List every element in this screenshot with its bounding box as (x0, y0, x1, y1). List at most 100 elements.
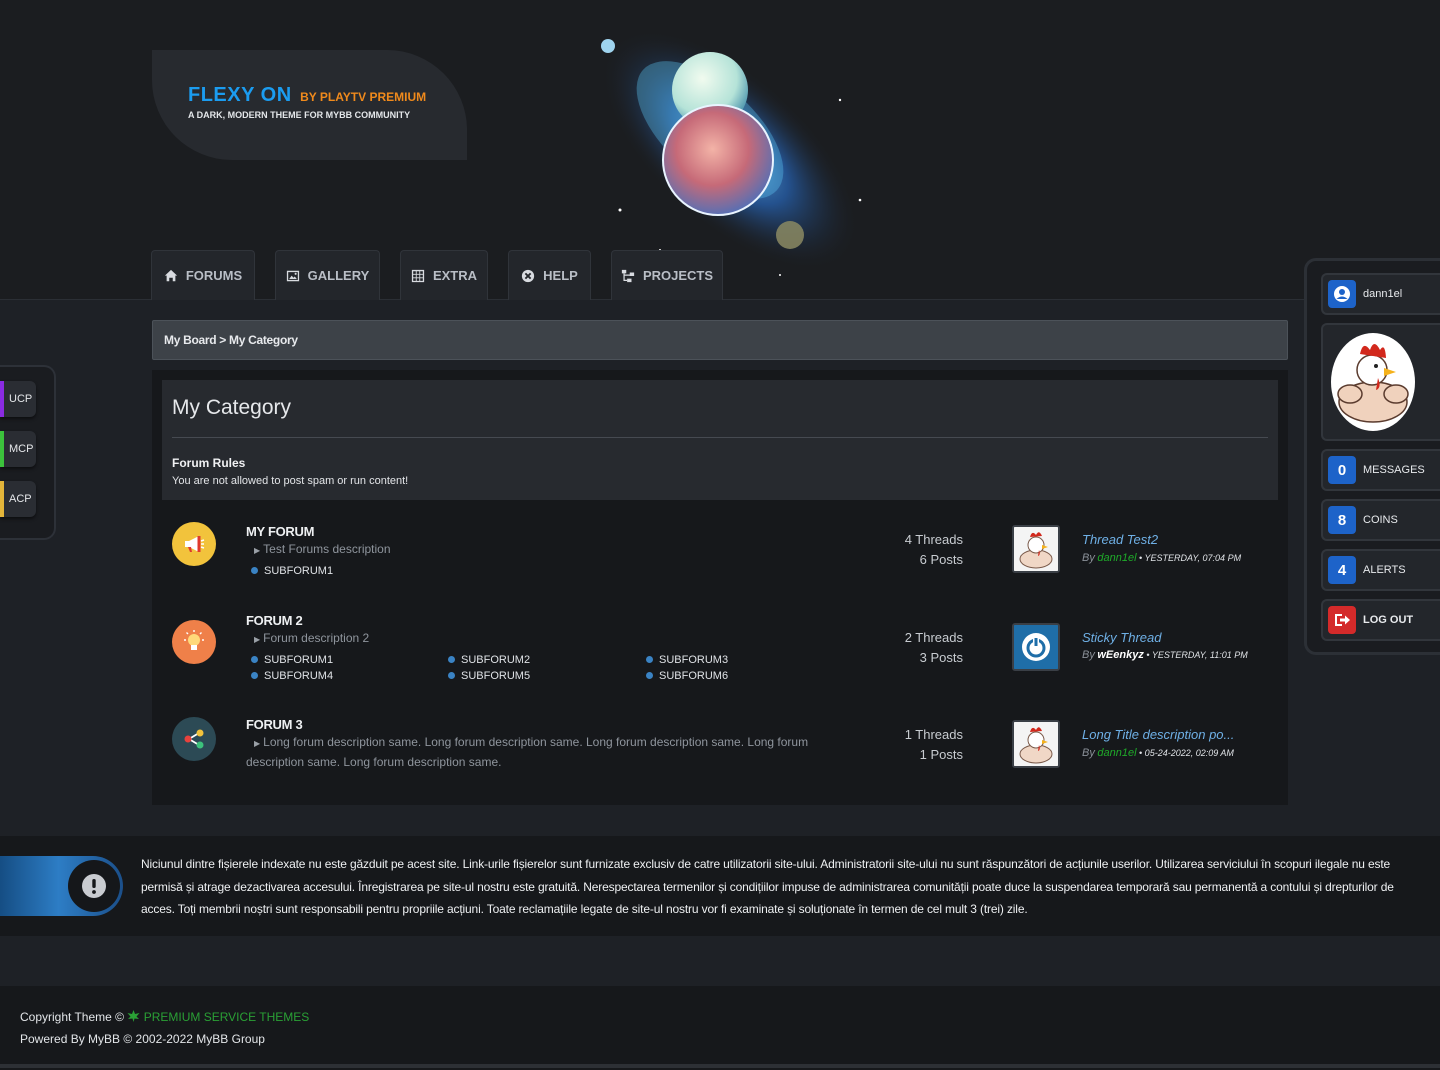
sitemap-icon (621, 269, 635, 282)
last-poster-avatar[interactable] (1012, 720, 1060, 768)
logout-icon (1328, 606, 1356, 634)
exclamation-icon (82, 874, 106, 898)
last-post-title-link[interactable]: Thread Test2 (1082, 532, 1158, 547)
alerts-count: 4 (1328, 556, 1356, 584)
last-post-user-link[interactable]: wEenkyz (1097, 649, 1143, 661)
premium-service-themes-link[interactable]: PREMIUM SERVICE THEMES (144, 1010, 310, 1024)
site-logo[interactable]: FLEXY ON BY PLAYTV PREMIUM A DARK, MODER… (152, 50, 467, 160)
tab-label: FORUMS (185, 268, 243, 283)
breadcrumb: My Board > My Category (152, 320, 1288, 360)
last-post-title-link[interactable]: Sticky Thread (1082, 630, 1161, 645)
subforum-link[interactable]: SUBFORUM5 (448, 670, 530, 682)
last-poster-avatar[interactable] (1012, 623, 1060, 671)
tab-label: HELP (543, 268, 578, 283)
coins-label: COINS (1363, 514, 1398, 526)
alerts-link[interactable]: 4 ALERTS (1321, 549, 1440, 591)
subforum-link[interactable]: SUBFORUM4 (251, 670, 333, 682)
forum-description: ▶ Forum description 2 (254, 631, 370, 645)
user-profile-link[interactable]: dann1el (1321, 273, 1440, 315)
breadcrumb-current-link[interactable]: My Category (229, 333, 298, 347)
subforum-link[interactable]: SUBFORUM1 (251, 654, 333, 666)
logout-label: LOG OUT (1363, 614, 1414, 626)
footer-copyright: Copyright Theme © PREMIUM SERVICE THEMES (20, 1010, 309, 1024)
user-panel: dann1el 0 MESSAGES 8 COINS 4 ALERTS LOG … (1304, 258, 1440, 655)
help-icon (522, 269, 535, 282)
coins-link[interactable]: 8 COINS (1321, 499, 1440, 541)
user-circle-icon (1328, 280, 1356, 308)
subforum-link[interactable]: SUBFORUM1 (251, 565, 333, 577)
last-post-meta: By dann1el • 05-24-2022, 02:09 AM (1082, 747, 1234, 759)
footer-bottom-bar (0, 1064, 1440, 1068)
forum-stats: 2 Threads 3 Posts (852, 628, 963, 668)
leaf-icon (127, 1010, 140, 1022)
tab-label: PROJECTS (642, 268, 714, 283)
tab-projects[interactable]: PROJECTS (611, 250, 723, 300)
tab-forums[interactable]: FORUMS (151, 250, 255, 300)
power-avatar-icon (1014, 625, 1058, 669)
messages-link[interactable]: 0 MESSAGES (1321, 449, 1440, 491)
forum-name-link[interactable]: FORUM 3 (246, 717, 303, 732)
breadcrumb-separator: > (219, 333, 226, 347)
messages-count: 0 (1328, 456, 1356, 484)
forum-row: MY FORUM ▶ Test Forums description SUBFOR… (152, 520, 1288, 600)
coins-count: 8 (1328, 506, 1356, 534)
last-post-meta: By dann1el • YESTERDAY, 07:04 PM (1082, 552, 1241, 564)
username: dann1el (1363, 288, 1403, 300)
last-poster-avatar[interactable] (1012, 525, 1060, 573)
forum-rules-text: You are not allowed to post spam or run … (172, 475, 409, 487)
footer: Copyright Theme © PREMIUM SERVICE THEMES… (0, 986, 1440, 1070)
thread-count: 1 Threads (904, 727, 963, 742)
tab-gallery[interactable]: GALLERY (275, 250, 380, 300)
mcp-label: MCP (9, 443, 34, 455)
forum-name-link[interactable]: FORUM 2 (246, 613, 303, 628)
warning-circle (68, 860, 120, 912)
logo-by-text: BY PLAYTV PREMIUM (300, 90, 427, 104)
last-post-user-link[interactable]: dann1el (1097, 747, 1136, 759)
subforum-link[interactable]: SUBFORUM3 (646, 654, 728, 666)
disclaimer-text: Niciunul dintre fișierele indexate nu es… (141, 857, 1394, 916)
logo-title: FLEXY ON BY PLAYTV PREMIUM (188, 84, 426, 107)
post-count: 3 Posts (919, 650, 963, 665)
mcp-color-bar (0, 431, 4, 467)
user-avatar-box[interactable] (1321, 323, 1440, 441)
last-post-by: By (1082, 649, 1095, 661)
logo-main-text: FLEXY ON (188, 84, 292, 106)
forum-stats: 4 Threads 6 Posts (852, 530, 963, 570)
ucp-label: UCP (9, 393, 33, 405)
galaxy-planets-illustration (600, 29, 862, 276)
forum-description-text: Test Forums description (263, 542, 391, 556)
last-post-user-link[interactable]: dann1el (1097, 552, 1136, 564)
category-divider (172, 437, 1268, 438)
ucp-button[interactable]: UCP (0, 381, 36, 417)
alerts-label: ALERTS (1363, 564, 1406, 576)
logout-button[interactable]: LOG OUT (1321, 599, 1440, 641)
last-post-date: • YESTERDAY, 07:04 PM (1139, 553, 1242, 563)
disclaimer-section: Niciunul dintre fișierele indexate nu es… (0, 836, 1440, 936)
forum-stats: 1 Threads 1 Posts (852, 725, 963, 765)
forum-description-text: Forum description 2 (263, 631, 370, 645)
post-count: 1 Posts (919, 747, 963, 762)
tab-label: GALLERY (307, 268, 370, 283)
footer-powered-by: Powered By MyBB © 2002-2022 MyBB Group (20, 1032, 265, 1046)
breadcrumb-home-link[interactable]: My Board (164, 333, 217, 347)
ucp-color-bar (0, 381, 4, 417)
acp-button[interactable]: ACP (0, 481, 36, 517)
thread-count: 4 Threads (904, 532, 963, 547)
last-post-date: • 05-24-2022, 02:09 AM (1139, 748, 1234, 758)
grid-icon (411, 269, 425, 282)
last-post-title-link[interactable]: Long Title description po... (1082, 727, 1234, 742)
forum-row: FORUM 2 ▶ Forum description 2 SUBFORUM1 S… (152, 610, 1288, 695)
image-icon (286, 270, 299, 281)
subforum-link[interactable]: SUBFORUM2 (448, 654, 530, 666)
last-post-meta: By wEenkyz • YESTERDAY, 11:01 PM (1082, 649, 1248, 661)
forum-description-text: Long forum description same. Long forum … (246, 735, 809, 769)
tab-extra[interactable]: EXTRA (400, 250, 488, 300)
subforum-link[interactable]: SUBFORUM6 (646, 670, 728, 682)
forum-name-link[interactable]: MY FORUM (246, 524, 314, 539)
disclaimer-badge (0, 856, 123, 916)
mcp-button[interactable]: MCP (0, 431, 36, 467)
rooster-avatar-icon (1331, 333, 1415, 431)
home-icon (164, 269, 177, 281)
category-title: My Category (172, 396, 292, 419)
tab-help[interactable]: HELP (508, 250, 591, 300)
